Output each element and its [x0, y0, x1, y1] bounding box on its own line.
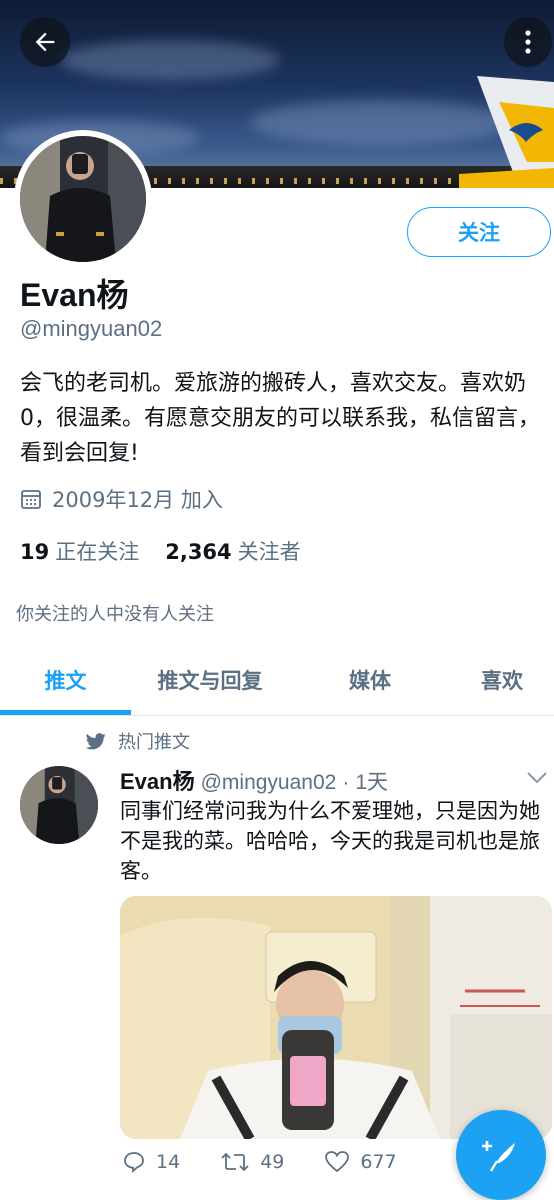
tab-tweets-and-replies[interactable]: 推文与回复 [140, 644, 280, 715]
tweet-time[interactable]: 1天 [355, 766, 388, 796]
profile-bio: 会飞的老司机。爱旅游的搬砖人，喜欢交友。喜欢奶0，很温柔。有愿意交朋友的可以联系… [20, 371, 540, 466]
like-button[interactable]: 677 [324, 1150, 397, 1174]
reply-count: 14 [156, 1151, 181, 1173]
pilot-selfie-image [20, 766, 98, 844]
followers-link[interactable]: 2,364 关注者 [165, 536, 300, 566]
back-button[interactable] [20, 17, 70, 67]
tweet-author-handle[interactable]: @mingyuan02 [201, 771, 337, 795]
follow-button[interactable]: 关注 [407, 207, 551, 257]
tweet-author-avatar[interactable] [20, 766, 98, 844]
tab-media[interactable]: 媒体 [310, 644, 430, 715]
followers-label: 关注者 [237, 540, 301, 564]
pinned-text: 热门推文 [118, 732, 190, 753]
tweet-header: Evan杨 @mingyuan02 · 1天 [120, 764, 388, 796]
tweet-photo[interactable] [120, 896, 552, 1139]
chevron-down-icon [527, 772, 547, 784]
mutual-followers-note: 你关注的人中没有人关注 [16, 604, 214, 625]
joined-date: 2009年12月 加入 [20, 484, 223, 514]
tweet-author-name[interactable]: Evan杨 [120, 764, 195, 796]
reply-icon [124, 1152, 144, 1174]
profile-name: Evan杨 [20, 277, 129, 313]
pilot-selfie-image [20, 136, 146, 262]
bird-icon [86, 732, 106, 749]
pinned-tweet-label: 热门推文 [86, 728, 190, 754]
avatar-photo [20, 136, 146, 262]
retweet-count: 49 [260, 1151, 285, 1173]
like-count: 677 [360, 1151, 397, 1173]
joined-text: 2009年12月 加入 [52, 488, 223, 512]
follow-stats: 19 正在关注 2,364 关注者 [20, 536, 301, 566]
reply-button[interactable]: 14 [122, 1150, 180, 1174]
profile-handle: @mingyuan02 [20, 316, 163, 341]
following-count: 19 [20, 540, 50, 564]
compose-tweet-button[interactable] [456, 1110, 546, 1200]
followers-count: 2,364 [165, 540, 232, 564]
profile-avatar[interactable] [14, 130, 152, 268]
airplane-tail-image [459, 76, 554, 188]
tweet-actions: 14 49 677 [122, 1150, 437, 1174]
heart-icon [325, 1151, 350, 1173]
arrow-left-icon [35, 32, 55, 52]
retweet-button[interactable]: 49 [220, 1150, 284, 1174]
banner-cloud [60, 40, 280, 80]
compose-feather-icon [482, 1141, 515, 1172]
retweet-icon [221, 1152, 249, 1172]
following-label: 正在关注 [55, 540, 140, 564]
tweet-menu-button[interactable] [526, 770, 548, 789]
tab-tweets[interactable]: 推文 [0, 644, 131, 715]
tweet-separator: · [342, 771, 350, 794]
calendar-icon [21, 490, 41, 509]
tab-likes[interactable]: 喜欢 [450, 644, 554, 715]
more-options-button[interactable] [504, 17, 552, 67]
profile-tabs: 推文 推文与回复 媒体 喜欢 [0, 644, 554, 716]
more-vertical-icon [525, 30, 531, 54]
active-tab-indicator [0, 710, 131, 715]
cockpit-selfie-image [120, 896, 552, 1139]
tweet-text: 同事们经常问我为什么不爱理她，只是因为她不是我的菜。哈哈哈，今天的我是司机也是旅… [120, 799, 540, 883]
following-link[interactable]: 19 正在关注 [20, 536, 139, 566]
